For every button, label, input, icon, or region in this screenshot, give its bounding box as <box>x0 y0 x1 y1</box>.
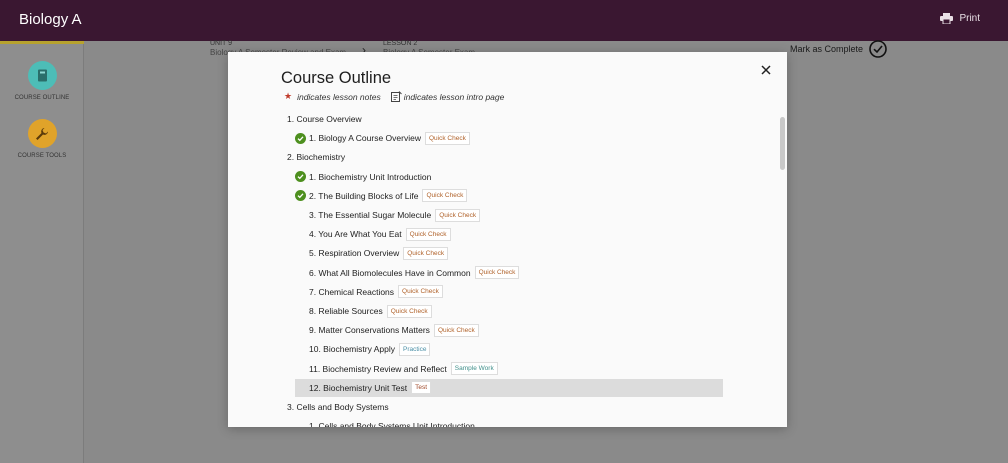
lesson-item[interactable]: 4. You Are What You Eat Quick Check <box>295 225 723 243</box>
sidebar: COURSE OUTLINE COURSE TOOLS <box>0 44 84 463</box>
check-icon <box>295 171 306 183</box>
activity-badge[interactable]: Quick Check <box>435 208 481 222</box>
lesson-title: 2. The Building Blocks of Life <box>309 190 419 201</box>
activity-badge[interactable]: Sample Work <box>450 362 498 376</box>
lesson-item[interactable]: 10. Biochemistry Apply Practice <box>295 340 723 358</box>
lesson-title: 1. Biology A Course Overview <box>309 133 421 144</box>
intro-page-icon <box>390 91 402 102</box>
sidebar-item-course-tools[interactable]: COURSE TOOLS <box>0 119 84 159</box>
activity-badge[interactable]: Quick Check <box>398 285 443 299</box>
lesson-title: 1. Cells and Body Systems Unit Introduct… <box>309 421 475 427</box>
lesson-item[interactable]: 1. Cells and Body Systems Unit Introduct… <box>295 417 723 427</box>
lesson-label: LESSON 2 <box>383 40 418 47</box>
mark-complete-button[interactable]: Mark as Complete <box>790 40 887 58</box>
lesson-item[interactable]: 9. Matter Conservations Matters Quick Che… <box>295 321 723 339</box>
lesson-item[interactable]: 5. Respiration Overview Quick Check <box>295 244 723 262</box>
lesson-item[interactable]: 1. Biology A Course Overview Quick Check <box>295 129 723 147</box>
wrench-icon <box>36 127 48 140</box>
check-icon <box>295 132 306 144</box>
mark-complete-label: Mark as Complete <box>790 44 864 54</box>
course-tools-circle <box>27 119 57 148</box>
close-icon[interactable] <box>760 64 772 76</box>
section-title[interactable]: 2. Biochemistry <box>287 148 345 166</box>
lesson-title: 10. Biochemistry Apply <box>309 344 395 355</box>
sidebar-label: COURSE TOOLS <box>17 153 67 159</box>
activity-badge[interactable]: Quick Check <box>386 304 432 318</box>
activity-badge[interactable]: Quick Check <box>424 131 470 145</box>
section-title[interactable]: 3. Cells and Body Systems <box>287 398 389 416</box>
lesson-title: 7. Chemical Reactions <box>309 286 395 297</box>
section-label: 1. Course Overview <box>287 114 362 124</box>
lesson-title: 1. Biochemistry Unit Introduction <box>309 171 432 182</box>
lesson-title: 4. You Are What You Eat <box>309 229 402 240</box>
modal-title: Course Outline <box>281 69 392 87</box>
legend: ★ indicates lesson notes indicates lesso… <box>284 91 504 102</box>
lesson-title: 8. Reliable Sources <box>309 306 383 316</box>
legend-notes-text: indicates lesson notes <box>297 91 381 102</box>
book-icon <box>37 69 47 82</box>
course-outline-modal: Course Outline ★ indicates lesson notes … <box>228 52 787 427</box>
section-label: 3. Cells and Body Systems <box>287 402 389 412</box>
lesson-item[interactable]: 1. Biochemistry Unit Introduction <box>295 168 723 186</box>
course-outline-circle <box>27 61 57 90</box>
lesson-item[interactable]: 7. Chemical Reactions Quick Check <box>295 283 723 301</box>
lesson-item[interactable]: 6. What All Biomolecules Have in Common Q… <box>295 264 723 282</box>
lesson-title: 12. Biochemistry Unit Test <box>309 382 408 393</box>
lesson-item[interactable]: 2. The Building Blocks of Life Quick Chec… <box>295 187 723 205</box>
print-label: Print <box>959 13 980 24</box>
activity-badge[interactable]: Quick Check <box>474 266 520 280</box>
sidebar-label: COURSE OUTLINE <box>14 95 70 101</box>
lesson-title: 11. Biochemistry Review and Reflect <box>309 363 447 374</box>
activity-badge[interactable]: Quick Check <box>403 246 449 260</box>
print-button[interactable]: Print <box>940 13 980 24</box>
activity-badge[interactable]: Test <box>411 381 432 395</box>
unit-label: UNIT 9 <box>210 40 233 47</box>
lesson-title: 3. The Essential Sugar Molecule <box>309 210 432 220</box>
check-icon <box>295 190 306 202</box>
app-title: Biology A <box>19 11 82 28</box>
scrollbar[interactable] <box>780 117 785 170</box>
lesson-item[interactable]: 3. The Essential Sugar Molecule Quick Che… <box>295 206 723 224</box>
section-title[interactable]: 1. Course Overview <box>287 110 362 128</box>
lesson-title: 6. What All Biomolecules Have in Common <box>309 267 471 278</box>
lesson-title: 5. Respiration Overview <box>309 248 400 259</box>
lesson-item[interactable]: 11. Biochemistry Review and Reflect Sampl… <box>295 360 723 378</box>
activity-badge[interactable]: Quick Check <box>405 227 451 241</box>
legend-intro-text: indicates lesson intro page <box>403 91 505 102</box>
top-bar: Biology A Print <box>0 0 1008 41</box>
activity-badge[interactable]: Practice <box>398 342 431 356</box>
lesson-title: 9. Matter Conservations Matters <box>309 325 430 336</box>
activity-badge[interactable]: Quick Check <box>433 323 479 337</box>
activity-badge[interactable]: Quick Check <box>422 189 468 203</box>
lesson-item[interactable]: 8. Reliable Sources Quick Check <box>295 302 723 320</box>
sidebar-item-course-outline[interactable]: COURSE OUTLINE <box>0 61 84 101</box>
lesson-item[interactable]: 12. Biochemistry Unit Test Test <box>295 378 723 397</box>
printer-icon <box>940 13 954 24</box>
circle-check-icon <box>869 40 887 58</box>
star-icon: ★ <box>284 91 293 101</box>
section-label: 2. Biochemistry <box>287 152 346 163</box>
